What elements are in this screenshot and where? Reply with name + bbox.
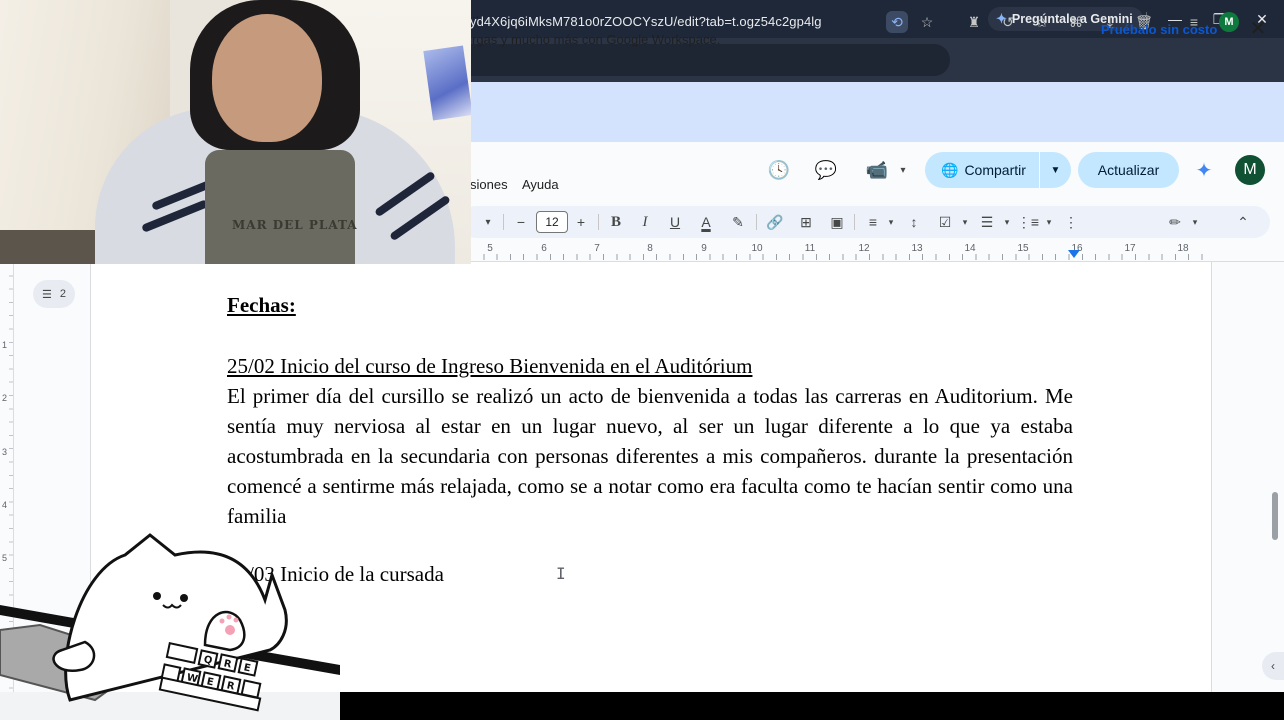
key-letter: W bbox=[186, 672, 199, 685]
scrollbar-thumb[interactable] bbox=[1272, 492, 1278, 540]
paw-bean bbox=[225, 625, 235, 635]
menu-extensions[interactable]: siones bbox=[470, 177, 508, 192]
ruler-number: 14 bbox=[964, 243, 976, 254]
translate-icon[interactable]: ⌘ bbox=[1065, 11, 1087, 33]
banner-title: .. bbox=[472, 6, 480, 21]
underline-icon[interactable]: U bbox=[664, 211, 686, 233]
share-button[interactable]: 🌐 Compartir ▼ bbox=[925, 152, 1071, 188]
decrease-font-icon[interactable]: − bbox=[510, 211, 532, 233]
highlight-icon[interactable]: ✎ bbox=[727, 211, 749, 233]
editing-mode-dropdown-icon[interactable]: ▾ bbox=[1184, 211, 1206, 233]
browser-profile-avatar[interactable]: M bbox=[1219, 12, 1239, 32]
italic-icon[interactable]: I bbox=[634, 211, 656, 233]
ruler-number: 11 bbox=[804, 243, 816, 254]
ruler-number: 6 bbox=[541, 243, 547, 254]
editing-mode-icon[interactable]: ✏ bbox=[1164, 211, 1186, 233]
bongo-cat-overlay: Q R E W E R bbox=[0, 533, 340, 712]
document-outline-button[interactable]: ☰ 2 bbox=[33, 280, 75, 308]
cat-eye bbox=[180, 594, 188, 602]
ruler-number: 13 bbox=[911, 243, 923, 254]
vruler-number: 3 bbox=[2, 447, 8, 457]
toolbar-divider bbox=[756, 214, 757, 230]
webcam-tshirt bbox=[205, 150, 355, 264]
account-avatar[interactable]: M bbox=[1235, 155, 1265, 185]
ruler-number: 12 bbox=[858, 243, 870, 254]
paw-bean bbox=[226, 614, 232, 620]
bookmark-star-icon[interactable]: ☆ bbox=[916, 11, 938, 33]
toolbar-divider bbox=[503, 214, 504, 230]
link-icon[interactable]: 🔗 bbox=[764, 211, 786, 233]
favorites-icon[interactable]: ✩ bbox=[1031, 11, 1053, 33]
insert-image-icon[interactable]: ▣ bbox=[826, 211, 848, 233]
entry-1-body[interactable]: El primer día del cursillo se realizó un… bbox=[227, 381, 1073, 531]
try-free-link[interactable]: Pruébalo sin costo bbox=[1101, 22, 1217, 37]
omnibox[interactable] bbox=[440, 44, 950, 76]
paw-bean bbox=[219, 618, 225, 624]
ruler-number: 15 bbox=[1017, 243, 1029, 254]
right-indent-marker[interactable] bbox=[1068, 250, 1080, 258]
bottom-black-bar bbox=[340, 692, 1284, 720]
ruler-number: 5 bbox=[487, 243, 493, 254]
webcam-overlay: MAR DEL PLATA bbox=[0, 0, 471, 264]
ruler-number: 7 bbox=[594, 243, 600, 254]
entry-1-title[interactable]: 25/02 Inicio del curso de Ingreso Bienve… bbox=[227, 354, 752, 379]
side-panel-toggle-icon[interactable]: ‹ bbox=[1262, 652, 1284, 680]
gemini-icon[interactable]: ✦ bbox=[1192, 158, 1216, 182]
increase-font-icon[interactable]: + bbox=[570, 211, 592, 233]
vruler-number: 2 bbox=[2, 393, 8, 403]
vruler-number: 1 bbox=[2, 340, 8, 350]
text-color-icon[interactable]: A bbox=[695, 211, 717, 233]
share-label: Compartir bbox=[964, 162, 1026, 178]
history-icon[interactable]: ↺ bbox=[997, 11, 1019, 33]
right-margin-area bbox=[1212, 262, 1284, 692]
cat-eye bbox=[153, 592, 161, 600]
tshirt-print: MAR DEL PLATA bbox=[232, 218, 358, 232]
ruler-number: 18 bbox=[1177, 243, 1189, 254]
font-dropdown-icon[interactable]: ▾ bbox=[477, 211, 499, 233]
paw-bean bbox=[233, 617, 239, 623]
url-text[interactable]: yd4X6jq6iMksM781o0rZOOCYszU/edit?tab=t.o… bbox=[470, 14, 822, 29]
text-cursor-icon: I bbox=[556, 564, 566, 583]
font-size-input[interactable]: 12 bbox=[536, 211, 568, 233]
menu-help[interactable]: Ayuda bbox=[522, 177, 559, 192]
meet-icon[interactable]: 📹 bbox=[864, 157, 890, 183]
webcam-face bbox=[212, 14, 322, 142]
more-options-icon[interactable]: ⋮ bbox=[1060, 211, 1082, 233]
ruler-number: 8 bbox=[647, 243, 653, 254]
numbered-dropdown-icon[interactable]: ▾ bbox=[1038, 211, 1060, 233]
vruler-number: 4 bbox=[2, 500, 8, 510]
meet-dropdown-icon[interactable]: ▾ bbox=[890, 157, 916, 183]
ruler-number: 9 bbox=[701, 243, 707, 254]
add-comment-icon[interactable]: ⊞ bbox=[795, 211, 817, 233]
ruler-number: 17 bbox=[1124, 243, 1136, 254]
version-history-icon[interactable]: 🕓 bbox=[766, 157, 792, 183]
update-button[interactable]: Actualizar bbox=[1078, 152, 1179, 188]
align-dropdown-icon[interactable]: ▾ bbox=[880, 211, 902, 233]
toolbar-divider bbox=[854, 214, 855, 230]
google-lens-icon[interactable]: ⟲ bbox=[886, 11, 908, 33]
bold-icon[interactable]: B bbox=[605, 211, 627, 233]
dates-heading[interactable]: Fechas: bbox=[227, 293, 296, 318]
ruler-number: 10 bbox=[751, 243, 763, 254]
outline-count: 2 bbox=[59, 288, 66, 300]
toolbar-divider bbox=[598, 214, 599, 230]
checklist-icon[interactable]: ☑ bbox=[934, 211, 956, 233]
outline-list-icon: ☰ bbox=[42, 288, 52, 301]
ruler-ticks bbox=[470, 254, 1212, 260]
share-dropdown-icon[interactable]: ▼ bbox=[1040, 152, 1071, 188]
globe-icon: 🌐 bbox=[941, 161, 959, 178]
comments-icon[interactable]: 💬 bbox=[813, 157, 839, 183]
collapse-toolbar-icon[interactable]: ⌃ bbox=[1232, 211, 1254, 233]
banner-text: rgas y mucho más con Google Workspace. bbox=[472, 32, 721, 47]
incognito-icon[interactable]: ♜ bbox=[963, 11, 985, 33]
bullet-dropdown-icon[interactable]: ▾ bbox=[996, 211, 1018, 233]
checklist-dropdown-icon[interactable]: ▾ bbox=[954, 211, 976, 233]
bullet-list-icon[interactable]: ☰ bbox=[976, 211, 998, 233]
banner-close-icon[interactable]: ✕ bbox=[1246, 16, 1270, 40]
numbered-list-icon[interactable]: ⋮≡ bbox=[1017, 211, 1039, 233]
line-spacing-icon[interactable]: ↕ bbox=[903, 211, 925, 233]
